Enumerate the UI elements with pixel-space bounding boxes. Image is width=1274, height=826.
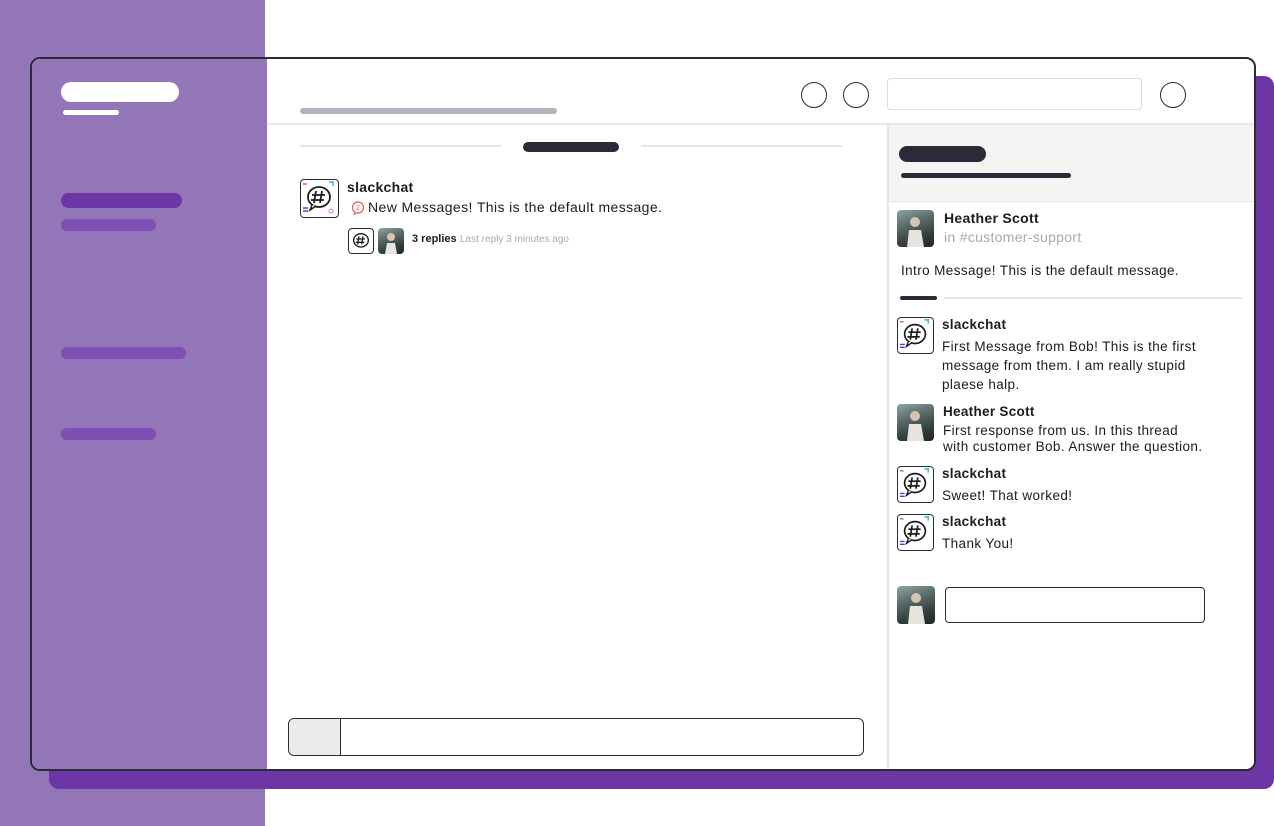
channel-title-placeholder (300, 108, 557, 114)
message-author[interactable]: slackchat (347, 179, 414, 195)
last-reply-time: Last reply 3 minutes ago (460, 234, 569, 245)
message-input[interactable] (341, 719, 863, 755)
reply-text-line: with customer Bob. Answer the question. (943, 439, 1203, 454)
parent-author[interactable]: Heather Scott (944, 210, 1039, 226)
reply-text-line: First Message from Bob! This is the firs… (942, 339, 1196, 354)
history-forward-button[interactable] (843, 82, 869, 108)
svg-text:2: 2 (356, 205, 360, 212)
thread-title-placeholder (899, 146, 986, 162)
history-back-button[interactable] (801, 82, 827, 108)
parent-channel[interactable]: in #customer-support (944, 229, 1082, 245)
slackchat-avatar[interactable] (300, 179, 339, 218)
slackchat-avatar[interactable] (897, 514, 934, 551)
reply-author[interactable]: slackchat (942, 514, 1006, 529)
reply-text-line: Sweet! That worked! (942, 488, 1073, 503)
help-button[interactable] (1160, 82, 1186, 108)
slackchat-avatar[interactable] (897, 317, 934, 354)
reply-avatar-heather (378, 228, 404, 254)
speech-bubble-icon: 2 (351, 201, 365, 216)
reply-author[interactable]: slackchat (942, 466, 1006, 481)
reply-text-line: Thank You! (942, 536, 1014, 551)
heather-avatar[interactable] (897, 404, 934, 441)
current-user-avatar (897, 586, 935, 624)
sidebar-item[interactable] (61, 428, 156, 440)
heather-avatar[interactable] (897, 210, 934, 247)
sidebar (32, 59, 267, 769)
message-text: New Messages! This is the default messag… (368, 199, 663, 215)
workspace-name-placeholder[interactable] (61, 82, 179, 102)
date-divider-left (300, 145, 501, 147)
hashtag-bubble-icon (303, 181, 334, 214)
thread-subtitle-placeholder (901, 173, 1071, 178)
thread-header (889, 125, 1254, 202)
reply-author[interactable]: Heather Scott (943, 404, 1035, 419)
reply-author[interactable]: slackchat (942, 317, 1006, 332)
replies-divider-line (944, 297, 1242, 299)
message-composer (288, 718, 864, 756)
workspace-status-placeholder (63, 110, 119, 115)
date-divider-label (523, 142, 619, 152)
sidebar-item[interactable] (61, 219, 156, 231)
app-window: slackchat 2 New Messages! This is the de… (30, 57, 1256, 771)
thread-panel: Heather Scott in #customer-support Intro… (887, 125, 1254, 769)
replies-count-link[interactable]: 3 replies (412, 233, 457, 245)
reply-text-line: message from them. I am really stupid (942, 358, 1186, 373)
replies-divider-label (900, 296, 937, 300)
hashtag-bubble-icon (899, 468, 929, 498)
reply-text-line: First response from us. In this thread (943, 423, 1179, 438)
slackchat-avatar[interactable] (897, 466, 934, 503)
attach-button[interactable] (289, 719, 341, 755)
thread-reply-input[interactable] (945, 587, 1205, 623)
hashtag-bubble-icon (899, 516, 929, 546)
reply-avatar-slackchat (348, 228, 374, 254)
hashtag-bubble-icon (899, 319, 929, 349)
top-bar (267, 59, 1254, 125)
date-divider-right (641, 145, 842, 147)
reply-text-line: plaese halp. (942, 377, 1020, 392)
search-input[interactable] (887, 78, 1142, 110)
sidebar-item-active[interactable] (61, 193, 182, 208)
parent-text: Intro Message! This is the default messa… (901, 263, 1180, 278)
channel-feed: slackchat 2 New Messages! This is the de… (267, 125, 885, 769)
sidebar-item[interactable] (61, 347, 186, 359)
